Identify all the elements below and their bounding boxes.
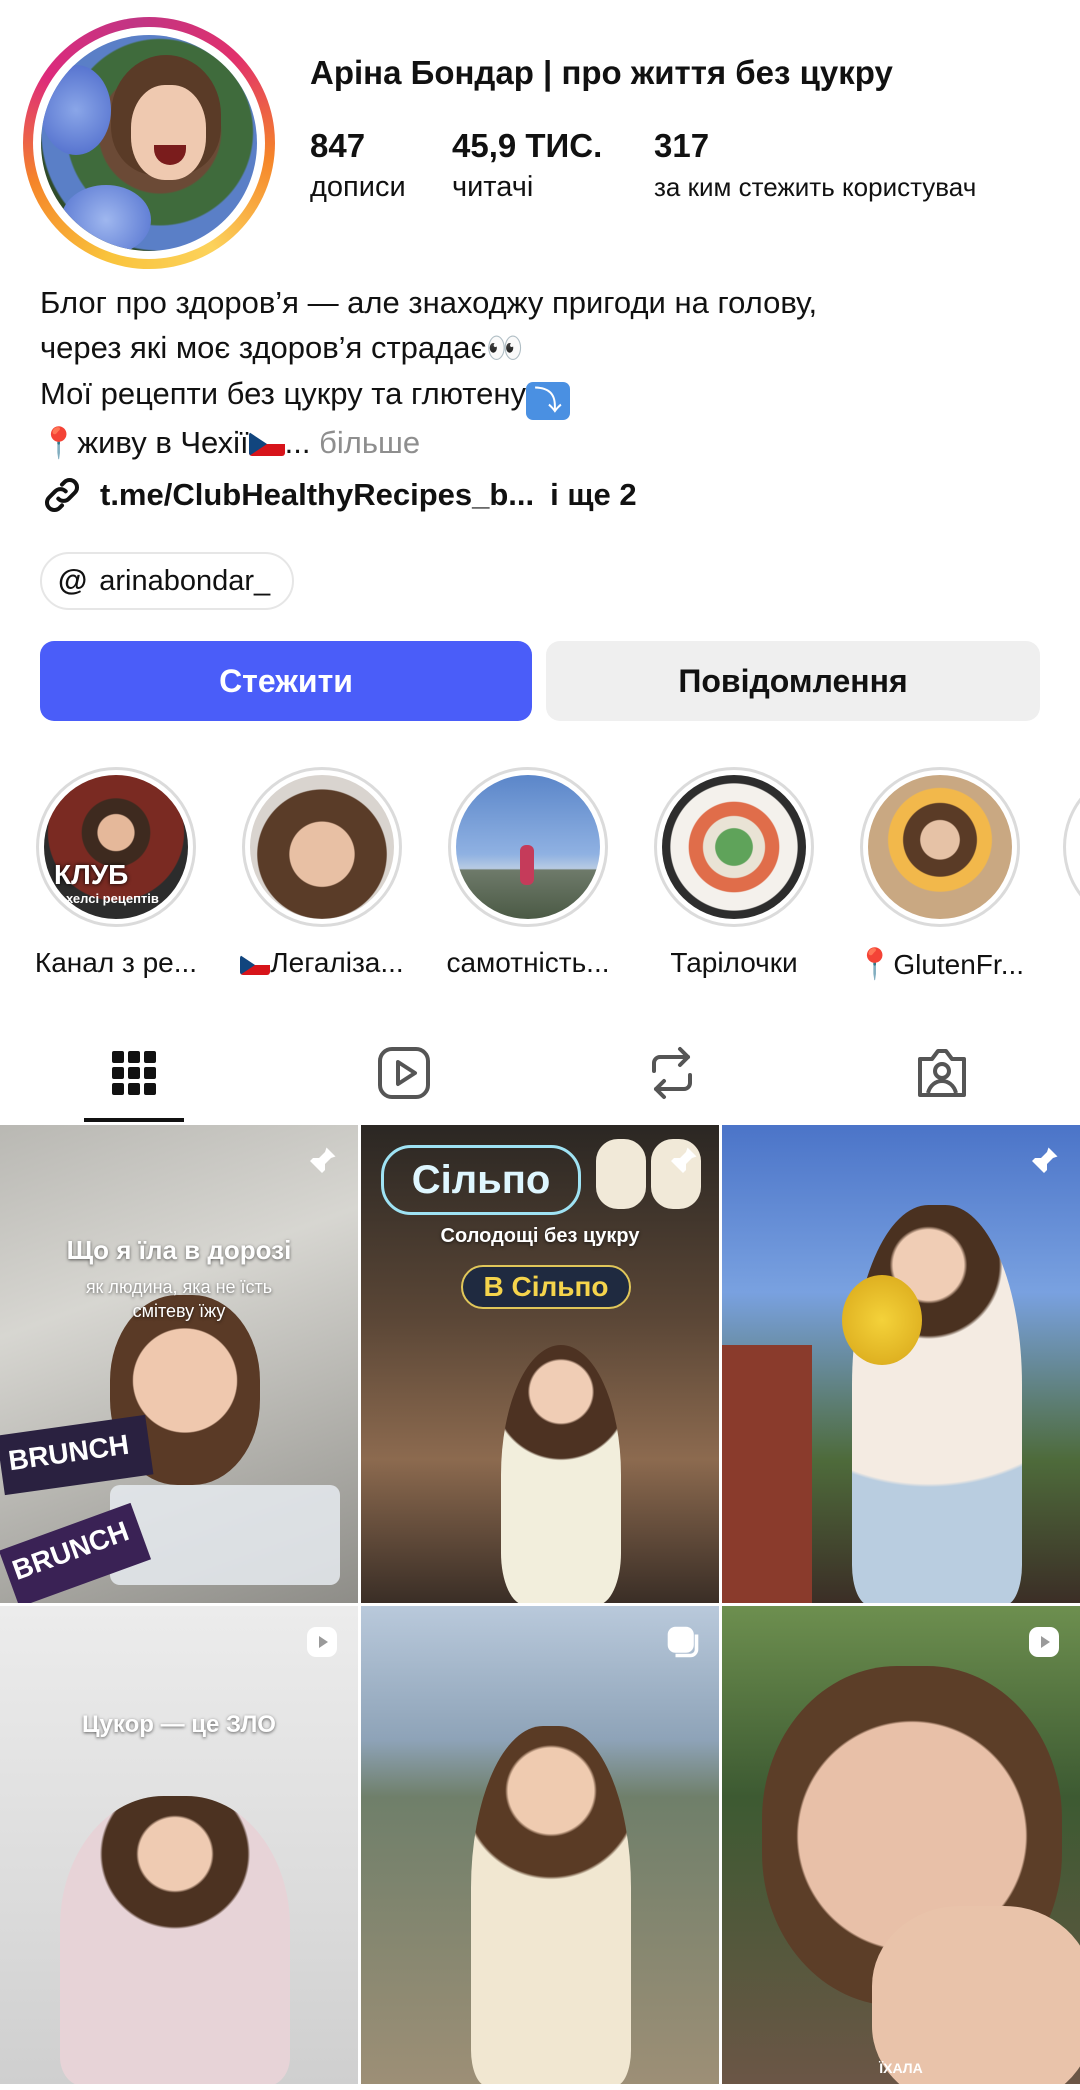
more-links[interactable]: і ще 2 bbox=[550, 477, 636, 513]
highlight-item[interactable]: Тарілочки bbox=[653, 767, 815, 979]
profile-page: Аріна Бондар | про життя без цукру 847 д… bbox=[0, 0, 1080, 2090]
tab-posts-grid[interactable] bbox=[84, 1020, 184, 1125]
tab-reposts[interactable] bbox=[622, 1020, 722, 1125]
reel-icon bbox=[307, 1627, 337, 1657]
highlight-item[interactable]: самотність... bbox=[446, 767, 610, 979]
reposts-icon bbox=[652, 1046, 692, 1099]
tab-tagged[interactable] bbox=[892, 1020, 992, 1125]
highlight-cover bbox=[662, 775, 806, 919]
message-button[interactable]: Повідомлення bbox=[546, 641, 1040, 721]
pin-icon bbox=[1030, 1147, 1058, 1175]
more-link[interactable]: більше bbox=[319, 425, 420, 460]
eyes-emoji-icon: 👀 bbox=[486, 332, 524, 365]
followers-count[interactable]: 45,9 ТИС. читачі bbox=[452, 126, 602, 208]
post-thumbnail[interactable] bbox=[361, 1606, 719, 2084]
highlight-item[interactable]: 📍GlutenFr... bbox=[856, 767, 1024, 982]
reel-icon bbox=[1029, 1627, 1059, 1657]
highlight-cover: КЛУБ хелсі рецептів bbox=[44, 775, 188, 919]
threads-button[interactable]: @ arinabondar_ bbox=[40, 552, 295, 610]
post-thumbnail[interactable]: Цукор — це ЗЛО bbox=[0, 1606, 358, 2084]
post-thumbnail[interactable] bbox=[722, 1125, 1080, 1603]
tab-reels[interactable] bbox=[354, 1020, 454, 1125]
arrow-down-right-icon: ⤵ bbox=[526, 382, 570, 420]
highlight-item[interactable]: Легаліза... bbox=[240, 767, 404, 979]
pin-emoji-icon: 📍 bbox=[40, 427, 78, 460]
highlight-cover bbox=[456, 775, 600, 919]
grid-icon bbox=[112, 1050, 156, 1095]
highlight-cover bbox=[868, 775, 1012, 919]
pin-icon bbox=[308, 1147, 336, 1175]
active-tab-indicator bbox=[84, 1118, 184, 1122]
avatar[interactable] bbox=[41, 35, 257, 251]
link-url[interactable]: t.me/ClubHealthyRecipes_b... bbox=[100, 477, 534, 513]
threads-handle: arinabondar_ bbox=[99, 564, 271, 597]
czech-flag-icon bbox=[240, 955, 271, 975]
highlight-label: Тарілочки bbox=[670, 947, 798, 978]
posts-count[interactable]: 847 дописи bbox=[310, 126, 406, 208]
highlight-item[interactable]: КЛУБ хелсі рецептів Канал з ре... bbox=[35, 767, 197, 979]
tagged-icon bbox=[918, 1048, 966, 1097]
highlight-label: самотність... bbox=[446, 947, 610, 978]
post-thumbnail[interactable]: BRUNCH BRUNCH Що я їла в дорозі як людин… bbox=[0, 1125, 358, 1603]
link-icon bbox=[45, 478, 79, 512]
profile-tabs bbox=[0, 1020, 1080, 1125]
highlight-label: Легаліза... bbox=[217, 947, 427, 979]
threads-icon: @ bbox=[58, 564, 88, 597]
highlight-label: Канал з ре... bbox=[34, 947, 198, 978]
highlight-label: 📍GlutenFr... bbox=[855, 948, 1025, 981]
following-count[interactable]: 317 за ким стежить користувач bbox=[654, 126, 976, 208]
external-link[interactable]: t.me/ClubHealthyRecipes_b... і ще 2 bbox=[40, 472, 637, 518]
pin-icon bbox=[669, 1147, 697, 1175]
post-thumbnail[interactable]: ЇХАЛА bbox=[722, 1606, 1080, 2084]
reels-icon bbox=[378, 1046, 430, 1099]
czech-flag-icon bbox=[248, 432, 285, 456]
post-thumbnail[interactable]: Сільпо Солодощі без цукру В Сільпо bbox=[361, 1125, 719, 1603]
highlight-item-partial[interactable] bbox=[1063, 767, 1080, 927]
bio: Блог про здоров’я — але знаходжу пригоди… bbox=[40, 280, 1050, 466]
pin-emoji-icon: 📍 bbox=[855, 948, 894, 981]
highlight-cover bbox=[250, 775, 394, 919]
carousel-icon bbox=[667, 1626, 699, 1658]
story-ring[interactable] bbox=[23, 17, 275, 269]
profile-name: Аріна Бондар | про життя без цукру bbox=[310, 54, 893, 91]
follow-button[interactable]: Стежити bbox=[40, 641, 532, 721]
